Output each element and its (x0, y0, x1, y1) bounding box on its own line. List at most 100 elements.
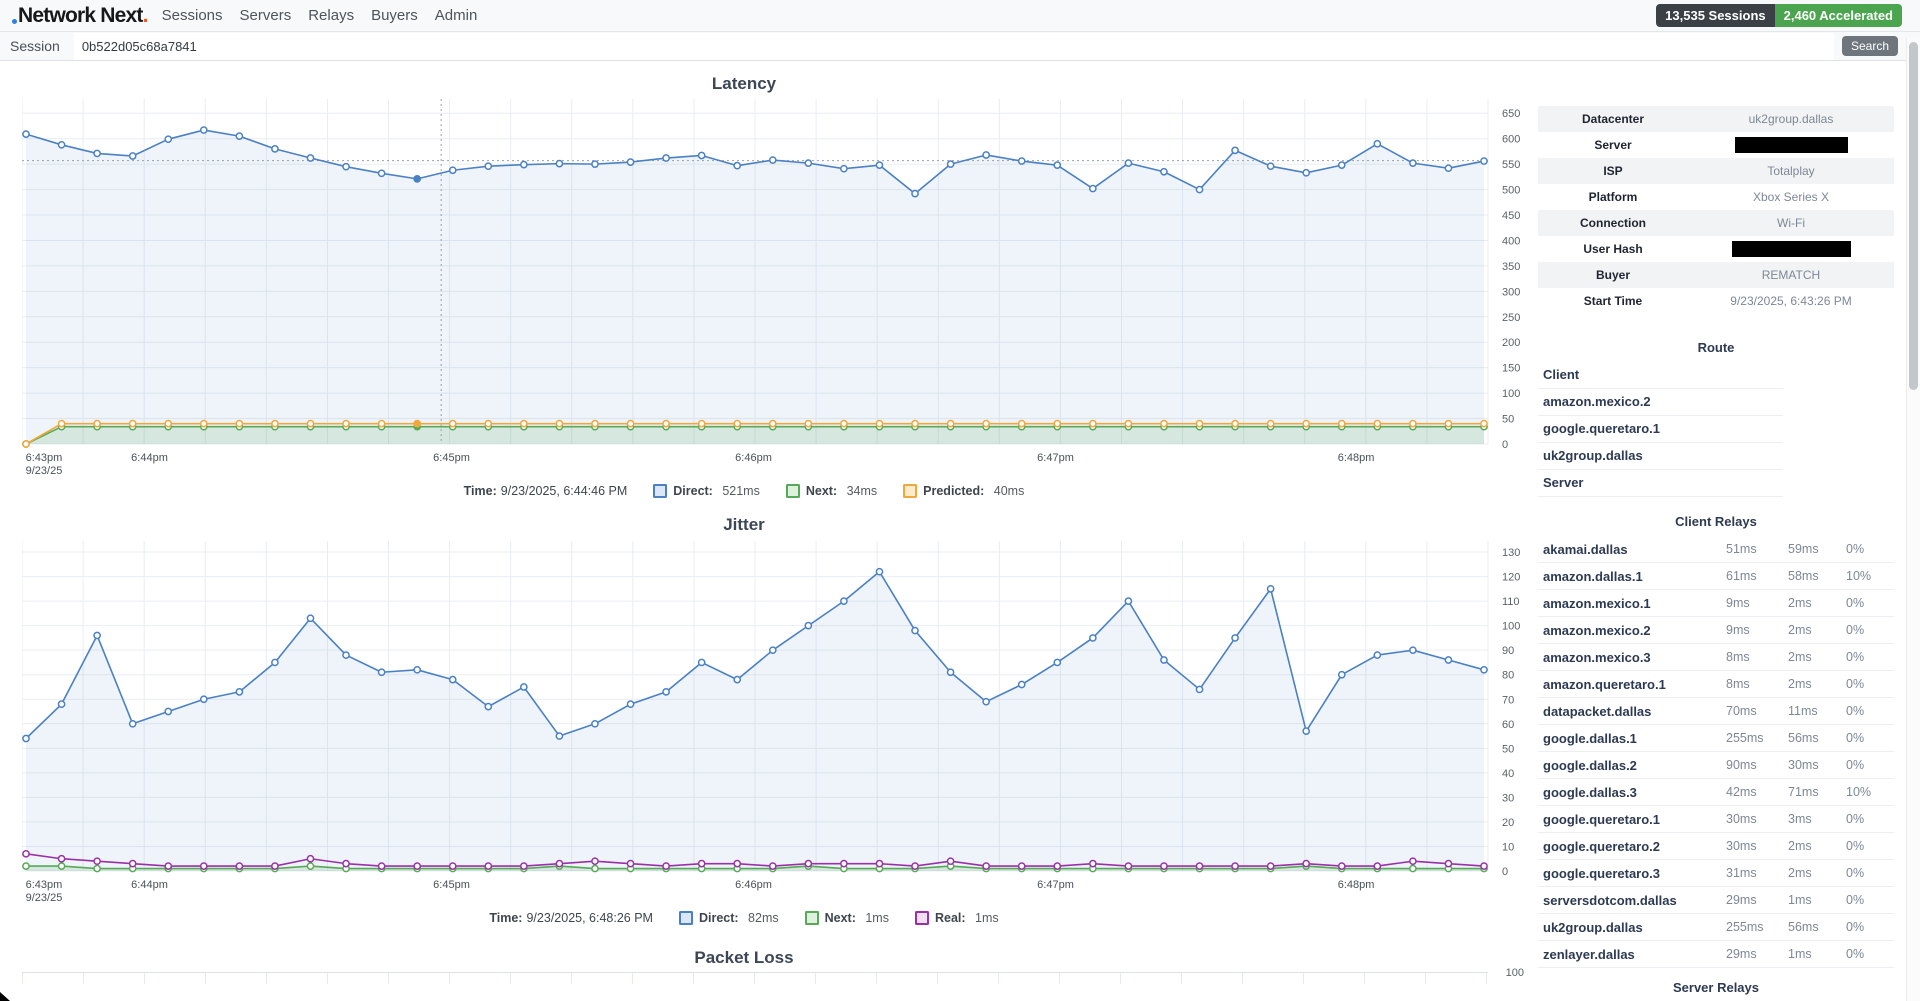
relay-row: zenlayer.dallas29ms1ms0% (1538, 941, 1894, 968)
packetloss-chart-plot[interactable]: 100 (22, 972, 1488, 984)
logo-text: Network Next (18, 4, 143, 27)
x-tick-label: 6:43pm (26, 879, 63, 891)
route-hop[interactable]: amazon.mexico.2 (1538, 389, 1783, 416)
relay-name[interactable]: akamai.dallas (1538, 542, 1726, 557)
relay-name[interactable]: zenlayer.dallas (1538, 947, 1726, 962)
relay-latency: 31ms (1726, 866, 1788, 880)
svg-text:0: 0 (1502, 866, 1508, 877)
svg-text:600: 600 (1502, 134, 1520, 146)
relay-jitter: 56ms (1788, 731, 1846, 745)
relay-row: amazon.mexico.19ms2ms0% (1538, 590, 1894, 617)
session-id-input[interactable] (74, 33, 1834, 60)
x-tick-label: 6:47pm (1037, 879, 1074, 891)
page-scrollbar[interactable] (1906, 38, 1920, 1001)
relay-jitter: 11ms (1788, 704, 1846, 718)
x-tick-label: 6:46pm (735, 452, 772, 464)
legend-swatch-icon (786, 484, 800, 498)
info-label: Buyer (1538, 268, 1688, 282)
nav-link-sessions[interactable]: Sessions (162, 7, 223, 24)
svg-text:650: 650 (1502, 108, 1520, 120)
legend-item-direct: Direct: 521ms (653, 484, 760, 498)
nav-link-servers[interactable]: Servers (240, 7, 292, 24)
app-logo[interactable]: Network Next. (10, 4, 148, 28)
route-hop[interactable]: google.queretaro.1 (1538, 416, 1783, 443)
relay-name[interactable]: serversdotcom.dallas (1538, 893, 1726, 908)
search-button[interactable]: Search (1842, 36, 1898, 56)
nav-link-buyers[interactable]: Buyers (371, 7, 418, 24)
relay-packetloss: 0% (1846, 947, 1894, 961)
x-tick-label: 6:47pm (1037, 452, 1074, 464)
relay-packetloss: 0% (1846, 920, 1894, 934)
route-title: Route (1538, 340, 1894, 355)
info-value: Xbox Series X (1688, 190, 1894, 204)
relay-name[interactable]: amazon.queretaro.1 (1538, 677, 1726, 692)
legend-item-direct: Direct: 82ms (679, 911, 779, 925)
relay-name[interactable]: google.queretaro.2 (1538, 839, 1726, 854)
relay-jitter: 3ms (1788, 812, 1846, 826)
accelerated-sessions-badge: 2,460 Accelerated (1775, 4, 1902, 27)
relay-name[interactable]: google.dallas.1 (1538, 731, 1726, 746)
relay-name[interactable]: amazon.dallas.1 (1538, 569, 1726, 584)
relay-name[interactable]: uk2group.dallas (1538, 920, 1726, 935)
relay-name[interactable]: google.dallas.2 (1538, 758, 1726, 773)
svg-text:50: 50 (1502, 414, 1514, 426)
x-tick-label: 6:48pm (1338, 452, 1375, 464)
relay-row: amazon.queretaro.18ms2ms0% (1538, 671, 1894, 698)
latency-chart-plot[interactable]: 050100150200250300350400450500550600650 (22, 99, 1532, 450)
relay-jitter: 2ms (1788, 866, 1846, 880)
relay-jitter: 59ms (1788, 542, 1846, 556)
relay-name[interactable]: google.dallas.3 (1538, 785, 1726, 800)
info-row: Server (1538, 132, 1894, 158)
relay-name[interactable]: google.queretaro.1 (1538, 812, 1726, 827)
info-value: REMATCH (1688, 268, 1894, 282)
charts-column: Latency 05010015020025030035040045050055… (0, 74, 1532, 984)
route-hop[interactable]: Server (1538, 470, 1783, 497)
relay-name[interactable]: datapacket.dallas (1538, 704, 1726, 719)
relay-row: amazon.dallas.161ms58ms10% (1538, 563, 1894, 590)
relay-name[interactable]: amazon.mexico.3 (1538, 650, 1726, 665)
route-hop[interactable]: uk2group.dallas (1538, 443, 1783, 470)
x-tick-label: 6:44pm (131, 452, 168, 464)
relay-latency: 8ms (1726, 677, 1788, 691)
client-relays-table: akamai.dallas51ms59ms0%amazon.dallas.161… (1538, 536, 1894, 968)
info-label: Server (1538, 138, 1688, 152)
redacted-value (1732, 241, 1851, 257)
nav-link-admin[interactable]: Admin (435, 7, 478, 24)
info-label: Platform (1538, 190, 1688, 204)
relay-packetloss: 0% (1846, 731, 1894, 745)
relay-packetloss: 0% (1846, 650, 1894, 664)
svg-text:130: 130 (1502, 547, 1520, 559)
route-hop[interactable]: Client (1538, 362, 1783, 389)
legend-value: 521ms (719, 484, 760, 498)
legend-item-next: Next: 34ms (786, 484, 877, 498)
info-value (1688, 137, 1894, 153)
corner-artifact (0, 992, 10, 1001)
relay-jitter: 71ms (1788, 785, 1846, 799)
info-value: uk2group.dallas (1688, 112, 1894, 126)
svg-text:120: 120 (1502, 572, 1520, 584)
legend-time: Time:9/23/2025, 6:44:46 PM (464, 484, 628, 498)
session-label: Session (0, 38, 74, 54)
relay-name[interactable]: amazon.mexico.1 (1538, 596, 1726, 611)
info-row: ISPTotalplay (1538, 158, 1894, 184)
relay-latency: 9ms (1726, 623, 1788, 637)
info-label: User Hash (1538, 242, 1688, 256)
x-tick-label: 6:46pm (735, 879, 772, 891)
info-row: BuyerREMATCH (1538, 262, 1894, 288)
svg-text:80: 80 (1502, 670, 1514, 682)
legend-time: Time:9/23/2025, 6:48:26 PM (489, 911, 653, 925)
relay-row: google.dallas.290ms30ms0% (1538, 752, 1894, 779)
scrollbar-thumb[interactable] (1909, 42, 1918, 390)
info-label: ISP (1538, 164, 1688, 178)
svg-text:100: 100 (1502, 388, 1520, 400)
svg-text:10: 10 (1502, 841, 1514, 853)
relay-name[interactable]: amazon.mexico.2 (1538, 623, 1726, 638)
jitter-chart-plot[interactable]: 0102030405060708090100110120130 (22, 541, 1532, 877)
relay-latency: 42ms (1726, 785, 1788, 799)
relay-name[interactable]: google.queretaro.3 (1538, 866, 1726, 881)
relay-packetloss: 10% (1846, 569, 1894, 583)
svg-text:150: 150 (1502, 363, 1520, 375)
legend-value: 1ms (862, 911, 889, 925)
jitter-chart-title: Jitter (0, 515, 1488, 535)
nav-link-relays[interactable]: Relays (308, 7, 354, 24)
